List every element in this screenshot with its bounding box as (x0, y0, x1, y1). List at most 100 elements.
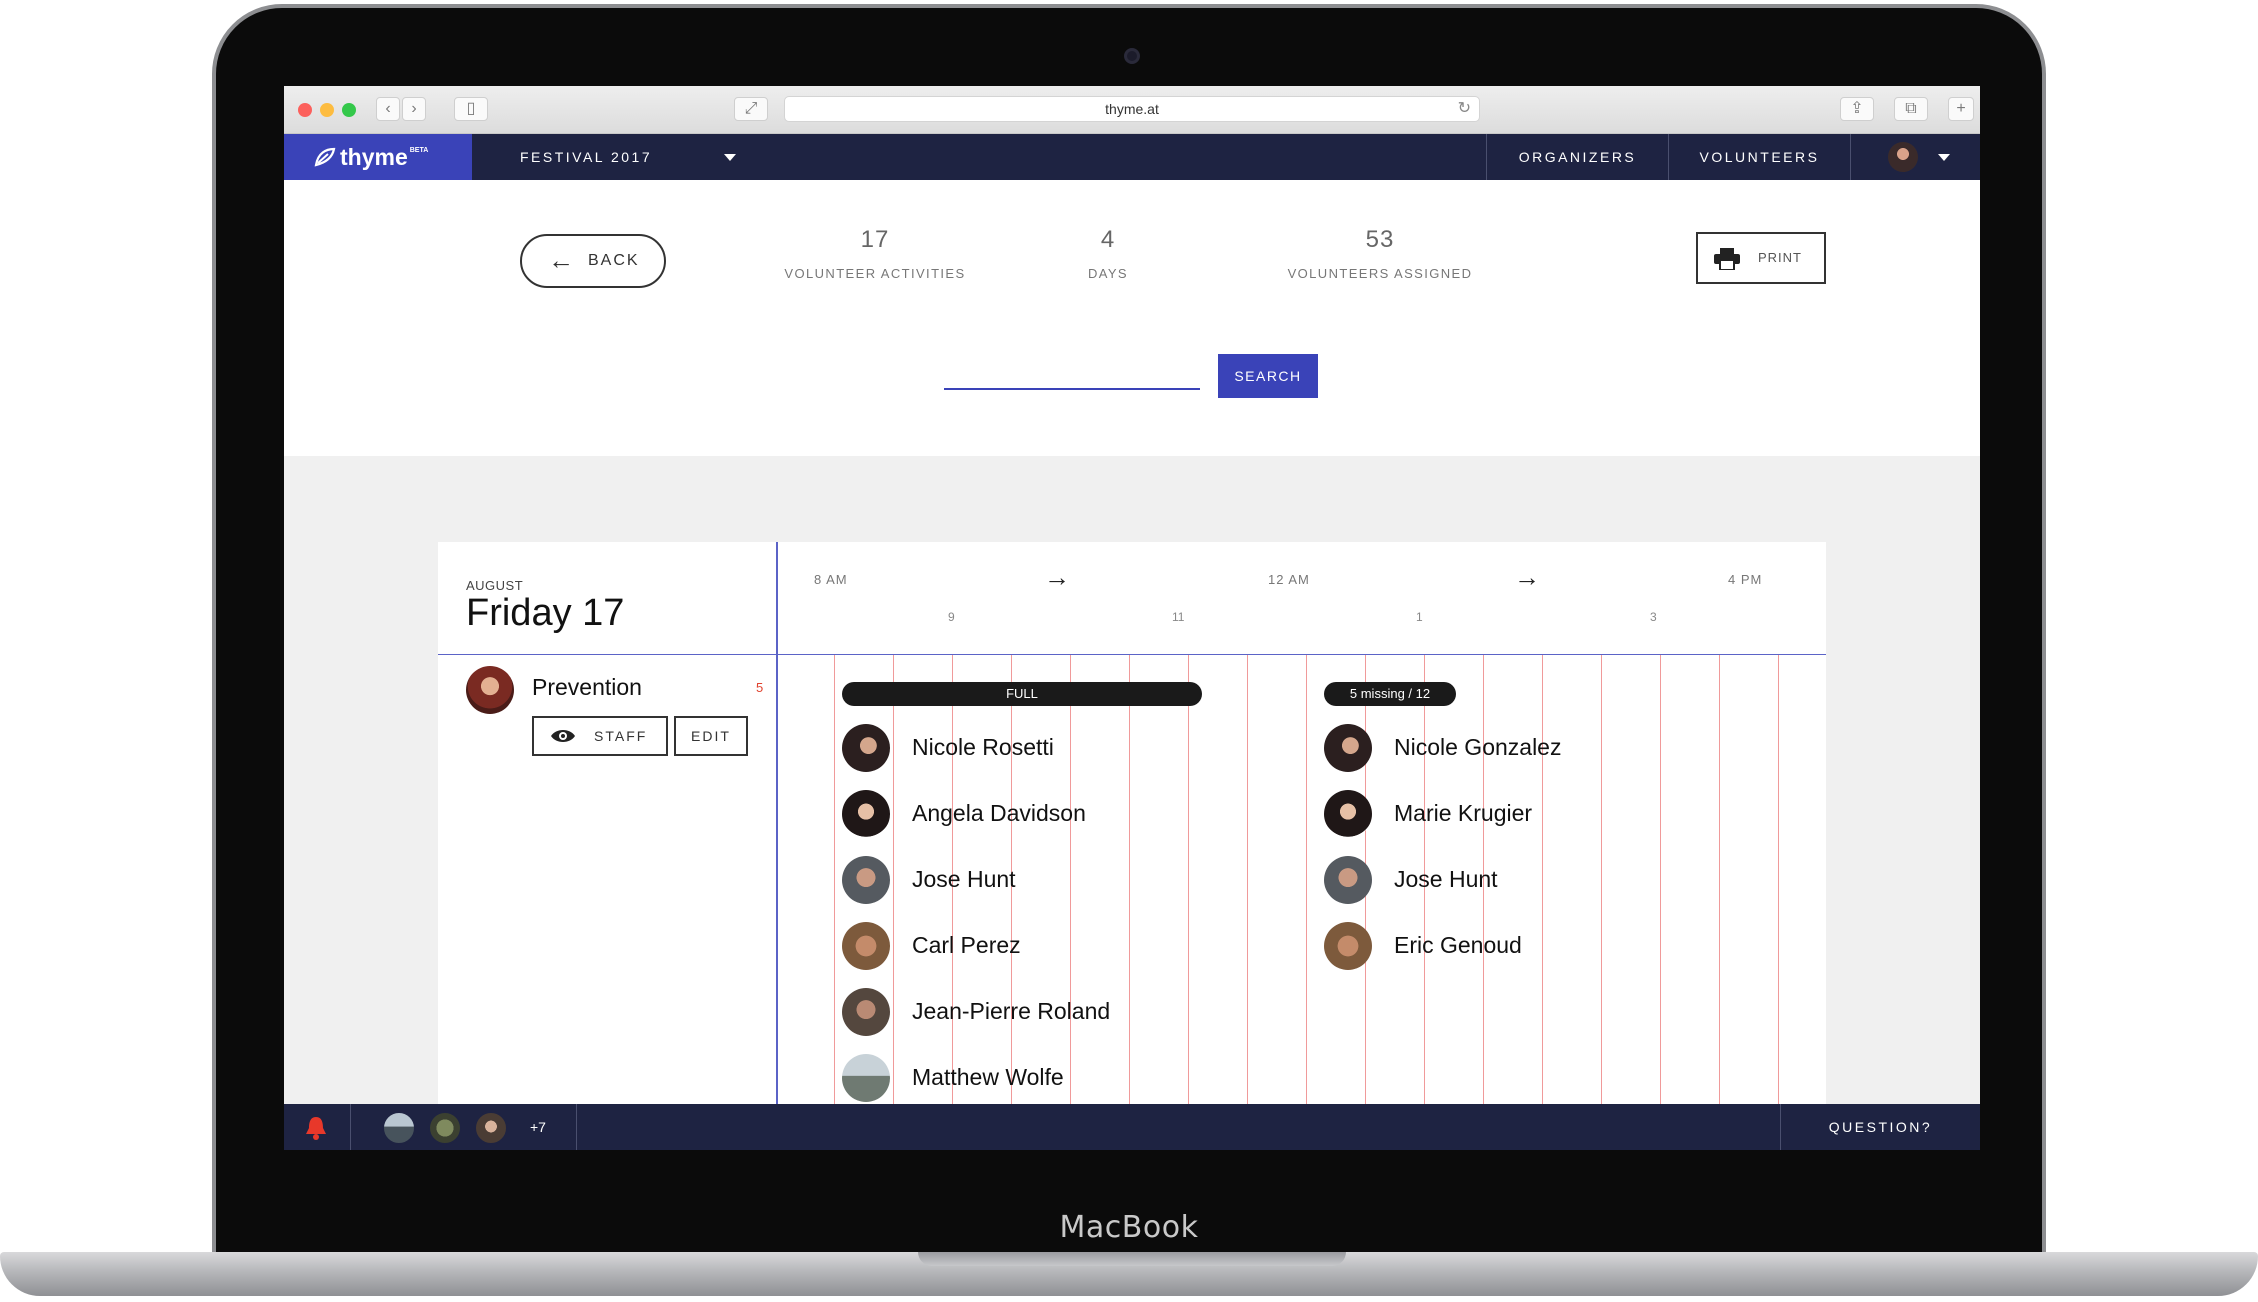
arrow-right-icon[interactable]: → (1514, 562, 1540, 593)
hour-grid-line (1719, 655, 1720, 1104)
volunteer-name: Angela Davidson (912, 800, 1086, 826)
tick-label: 1 (1416, 610, 1423, 624)
new-tab-icon[interactable]: + (1948, 97, 1974, 121)
tabs-icon[interactable]: ⧉ (1894, 97, 1928, 121)
online-user-avatar[interactable] (474, 1111, 508, 1145)
nav-organizers[interactable]: ORGANIZERS (1486, 134, 1668, 180)
volunteer-avatar (1324, 790, 1372, 838)
online-user-avatar[interactable] (382, 1111, 416, 1145)
search-input[interactable] (944, 354, 1200, 390)
hour-grid-line (1660, 655, 1661, 1104)
hour-grid-line (1778, 655, 1779, 1104)
beta-badge: BETA (409, 147, 429, 154)
stat-value: 4 (1100, 226, 1116, 253)
share-icon[interactable]: ⇪ (1840, 97, 1874, 121)
date-month: AUGUST (466, 578, 524, 593)
tick-label: 11 (1172, 610, 1185, 624)
arrow-left-icon: ← (548, 245, 576, 275)
stat-value: 53 (1365, 226, 1395, 253)
app-navbar: thyme BETA FESTIVAL 2017 ORGANIZERS VOLUN… (284, 134, 1980, 180)
volunteer-name: Eric Genoud (1394, 932, 1522, 958)
volunteer-avatar (842, 1054, 890, 1102)
more-users-count[interactable]: +7 (530, 1104, 546, 1150)
user-menu-chevron-icon[interactable] (1938, 154, 1950, 161)
tick-label: 8 AM (814, 572, 848, 587)
address-bar[interactable]: thyme.at ↻ (784, 96, 1480, 122)
stat-label: VOLUNTEER ACTIVITIES (784, 266, 966, 281)
camera-icon (1124, 48, 1140, 64)
volunteer-avatar (842, 922, 890, 970)
stat-volunteers: 53 VOLUNTEERS ASSIGNED (1280, 226, 1480, 281)
divider (350, 1104, 351, 1150)
brand-name: thyme (340, 144, 408, 170)
volunteer-name: Jose Hunt (1394, 866, 1498, 892)
volunteer-avatar (1324, 856, 1372, 904)
date-day: Friday 17 (466, 592, 625, 634)
stat-label: VOLUNTEERS ASSIGNED (1287, 266, 1473, 281)
staff-button[interactable]: STAFF (532, 716, 668, 756)
timeline-header-rule (438, 654, 1826, 655)
forward-nav-icon[interactable]: › (402, 97, 426, 121)
bell-icon[interactable] (302, 1114, 330, 1142)
hour-grid-line (1070, 655, 1071, 1104)
event-selector[interactable]: FESTIVAL 2017 (520, 134, 652, 180)
back-button[interactable]: ← BACK (520, 234, 666, 288)
bottom-bar: +7 QUESTION? (284, 1104, 1980, 1150)
question-button[interactable]: QUESTION? (1780, 1104, 1980, 1150)
hour-grid-line (1601, 655, 1602, 1104)
maximize-window-icon[interactable] (342, 103, 356, 117)
fullscreen-icon[interactable]: ⤢ (734, 97, 768, 121)
hour-grid-line (1247, 655, 1248, 1104)
laptop-base-notch (918, 1252, 1346, 1266)
eye-icon (551, 730, 575, 742)
sidebar-toggle-icon[interactable]: ▯ (454, 97, 488, 121)
arrow-right-icon[interactable]: → (1044, 562, 1070, 593)
stat-value: 17 (860, 226, 890, 253)
edit-button[interactable]: EDIT (674, 716, 748, 756)
online-user-avatar[interactable] (428, 1111, 462, 1145)
volunteer-name: Jean-Pierre Roland (912, 998, 1111, 1024)
print-label: PRINT (1758, 250, 1802, 265)
chevron-down-icon[interactable] (724, 154, 736, 161)
tick-label: 4 PM (1728, 572, 1763, 587)
volunteer-avatar (842, 790, 890, 838)
volunteer-avatar (842, 856, 890, 904)
volunteer-avatar (842, 988, 890, 1036)
staff-label: STAFF (594, 728, 648, 744)
volunteer-name: Nicole Rosetti (912, 734, 1054, 760)
timeline-divider (776, 542, 778, 1104)
user-avatar[interactable] (1888, 142, 1918, 172)
nav-volunteers[interactable]: VOLUNTEERS (1668, 134, 1850, 180)
tick-label: 9 (948, 610, 955, 624)
stat-activities: 17 VOLUNTEER ACTIVITIES (770, 226, 980, 281)
search-button[interactable]: SEARCH (1218, 354, 1318, 398)
activity-avatar (466, 666, 514, 714)
volunteer-avatar (1324, 922, 1372, 970)
url-text: thyme.at (1105, 101, 1159, 117)
minimize-window-icon[interactable] (320, 103, 334, 117)
close-window-icon[interactable] (298, 103, 312, 117)
shift-status-badge: 5 missing / 12 (1324, 682, 1456, 706)
volunteer-name: Jose Hunt (912, 866, 1016, 892)
reload-icon[interactable]: ↻ (1458, 97, 1471, 121)
brand-logo[interactable]: thyme BETA (284, 134, 472, 180)
volunteer-name: Matthew Wolfe (912, 1064, 1064, 1090)
activity-name: Prevention (532, 674, 642, 700)
divider (576, 1104, 577, 1150)
hour-grid-line (1306, 655, 1307, 1104)
hour-grid-line (1542, 655, 1543, 1104)
back-nav-icon[interactable]: ‹ (376, 97, 400, 121)
volunteer-name: Nicole Gonzalez (1394, 734, 1562, 760)
back-label: BACK (588, 252, 640, 269)
browser-toolbar: ‹ › ▯ ⤢ thyme.at ↻ ⇪ ⧉ + (284, 86, 1980, 134)
print-button[interactable]: PRINT (1696, 232, 1826, 284)
hour-grid-line (893, 655, 894, 1104)
device-label: MacBook (1059, 1210, 1199, 1245)
tick-label: 3 (1650, 610, 1657, 624)
volunteer-avatar (1324, 724, 1372, 772)
stat-days: 4 DAYS (1048, 226, 1168, 281)
schedule-card: AUGUST Friday 17 8 AM 12 AM 4 PM 9 11 1 … (438, 542, 1826, 1104)
hour-grid-line (1188, 655, 1189, 1104)
hour-grid-line (1129, 655, 1130, 1104)
volunteer-avatar (842, 724, 890, 772)
